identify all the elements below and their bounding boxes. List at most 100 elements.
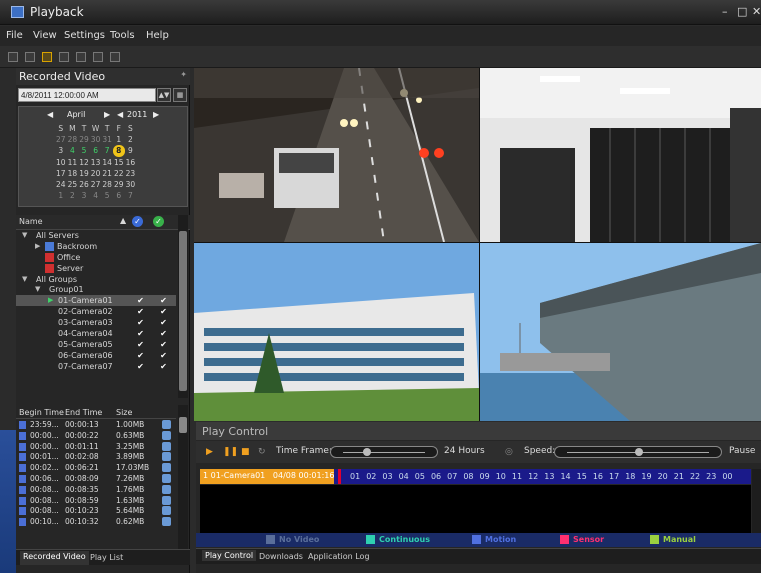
stop-icon[interactable]: ■ (241, 447, 250, 457)
calendar-day[interactable]: 13 (90, 157, 102, 168)
calendar-day[interactable]: 6 (113, 190, 125, 201)
calendar-day[interactable]: 10 (55, 157, 67, 168)
tree-item[interactable]: 07-Camera07 ✔ ✔ (16, 361, 176, 372)
calendar-day[interactable]: 16 (125, 157, 137, 168)
calendar-day[interactable]: 22 (113, 168, 125, 179)
tree-item[interactable]: ▶ Backroom (16, 241, 176, 252)
calendar-day[interactable]: 6 (90, 145, 102, 156)
tab-recorded-video[interactable]: Recorded Video (20, 551, 89, 565)
pause-icon[interactable]: ❚❚ (223, 447, 238, 457)
record-checkbox[interactable]: ✔ (159, 296, 168, 305)
tree-scrollbar[interactable] (178, 215, 188, 398)
record-checkbox[interactable]: ✔ (159, 318, 168, 327)
calendar-day[interactable]: 21 (101, 168, 113, 179)
sort-icon[interactable]: ▲ (120, 216, 126, 225)
calendar-day[interactable]: 26 (78, 179, 90, 190)
menu-view[interactable]: View (33, 30, 57, 41)
tab-play-control[interactable]: Play Control (202, 550, 257, 561)
calendar-day[interactable]: 18 (67, 168, 79, 179)
tree-item[interactable]: 03-Camera03 ✔ ✔ (16, 317, 176, 328)
layout-1x1-icon[interactable] (8, 52, 18, 62)
datetime-field[interactable] (18, 88, 156, 102)
calendar-day[interactable]: 7 (125, 190, 137, 201)
calendar-day[interactable]: 15 (113, 157, 125, 168)
clip-row[interactable]: 00:01... 00:02:08 3.89MB (16, 451, 176, 462)
calendar-day[interactable]: 1 (55, 190, 67, 201)
calendar-day[interactable]: 23 (125, 168, 137, 179)
video-tile-highway[interactable] (194, 68, 479, 242)
next-year-icon[interactable]: ▶ (153, 110, 159, 119)
timeline-bar[interactable]: 1 01-Camera01 04/08 00:01:16 01 02 03 04 05 0… (200, 469, 751, 484)
tree-item[interactable]: ▼ All Groups (16, 274, 176, 285)
calendar-day[interactable]: 1 (113, 134, 125, 145)
record-checkbox[interactable]: ✔ (136, 307, 145, 316)
calendar-day[interactable]: 28 (101, 179, 113, 190)
tree-item[interactable]: 06-Camera06 ✔ ✔ (16, 350, 176, 361)
calendar-day[interactable]: 8 (112, 145, 125, 157)
tree-item[interactable]: 04-Camera04 ✔ ✔ (16, 328, 176, 339)
expander-icon[interactable]: ▼ (22, 230, 27, 241)
export-icon[interactable] (162, 506, 171, 516)
calendar-day[interactable]: 3 (55, 145, 67, 156)
layout-quad-icon[interactable] (42, 52, 52, 62)
calendar-day[interactable]: 14 (101, 157, 113, 168)
calendar-day[interactable]: 20 (90, 168, 102, 179)
export-icon[interactable] (162, 495, 171, 505)
layout-1plus5-icon[interactable] (59, 52, 69, 62)
calendar-day[interactable]: 12 (78, 157, 90, 168)
calendar-day[interactable]: 25 (67, 179, 79, 190)
video-tile-server-room[interactable] (480, 68, 761, 242)
playhead[interactable] (338, 469, 341, 484)
calendar-day[interactable]: 29 (78, 134, 90, 145)
export-icon[interactable] (162, 441, 171, 451)
slider-knob[interactable] (363, 448, 371, 456)
scroll-thumb[interactable] (179, 417, 187, 433)
calendar-day[interactable]: 4 (67, 145, 79, 156)
calendar-day[interactable]: 2 (125, 134, 137, 145)
record-checkbox[interactable]: ✔ (136, 351, 145, 360)
record-checkbox[interactable]: ✔ (159, 362, 168, 371)
calendar-day[interactable]: 5 (101, 190, 113, 201)
play-icon[interactable]: ▶ (206, 447, 213, 457)
step-icon[interactable]: ↻ (258, 447, 266, 457)
expander-icon[interactable]: ▶ (35, 241, 40, 252)
export-icon[interactable] (162, 430, 171, 440)
record-checkbox[interactable]: ✔ (136, 329, 145, 338)
maximize-button[interactable]: □ (737, 5, 747, 18)
export-icon[interactable] (162, 420, 171, 429)
tab-play-list[interactable]: Play List (90, 553, 123, 562)
layout-4x4-icon[interactable] (93, 52, 103, 62)
calendar-day[interactable]: 27 (90, 179, 102, 190)
scroll-thumb[interactable] (179, 231, 187, 391)
calendar-day[interactable]: 30 (125, 179, 137, 190)
calendar-day[interactable]: 27 (55, 134, 67, 145)
clip-row[interactable]: 00:10... 00:10:32 0.62MB (16, 516, 176, 527)
begin-time-column[interactable]: Begin Time (19, 408, 64, 417)
export-icon[interactable] (162, 484, 171, 494)
expander-icon[interactable]: ▼ (35, 284, 40, 295)
datetime-spinner[interactable]: ▲▼ (157, 88, 171, 102)
calendar-day[interactable]: 31 (101, 134, 113, 145)
minimize-button[interactable]: – (722, 5, 728, 18)
calendar-day[interactable]: 4 (90, 190, 102, 201)
tree-item[interactable]: 05-Camera05 ✔ ✔ (16, 339, 176, 350)
export-icon[interactable] (162, 473, 171, 483)
tree-item[interactable]: Office (16, 252, 176, 263)
layout-2x2-icon[interactable] (25, 52, 35, 62)
clip-row[interactable]: 00:08... 00:08:59 1.63MB (16, 495, 176, 506)
clip-row[interactable]: 00:00... 00:00:22 0.63MB (16, 430, 176, 441)
record-checkbox[interactable]: ✔ (136, 318, 145, 327)
video-tile-harbor-ship[interactable] (480, 243, 761, 421)
menu-file[interactable]: File (6, 30, 23, 41)
menu-settings[interactable]: Settings (64, 30, 105, 41)
timeline-scrollbar[interactable] (752, 469, 761, 541)
size-column[interactable]: Size (116, 408, 132, 417)
record-checkbox[interactable]: ✔ (159, 329, 168, 338)
clip-scrollbar[interactable] (178, 405, 188, 549)
clip-row[interactable]: 23:59... 00:00:13 1.00MB (16, 419, 176, 430)
calendar-icon[interactable]: ▦ (173, 88, 187, 102)
close-button[interactable]: ✕ (752, 5, 761, 18)
check-all-green-icon[interactable]: ✓ (153, 216, 164, 227)
calendar-day[interactable]: 3 (78, 190, 90, 201)
clip-row[interactable]: 00:08... 00:08:35 1.76MB (16, 484, 176, 495)
